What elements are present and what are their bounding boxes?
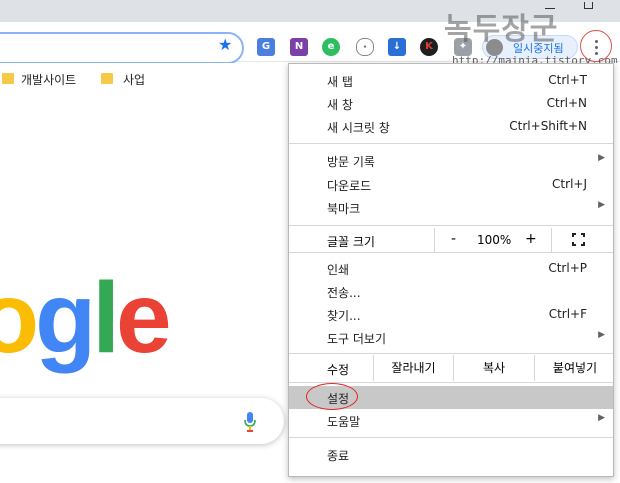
mouse-icon[interactable]: · bbox=[356, 38, 374, 56]
maximize-icon[interactable] bbox=[584, 2, 593, 9]
menu-shortcut: Ctrl+J bbox=[552, 177, 587, 191]
evernote-icon[interactable]: e bbox=[322, 38, 340, 56]
menu-item-help[interactable]: 도움말 ▶ bbox=[289, 409, 613, 432]
menu-label: 인쇄 bbox=[327, 263, 350, 277]
menu-item-cast[interactable]: 전송... bbox=[289, 280, 613, 303]
menu-item-history[interactable]: 방문 기록 ▶ bbox=[289, 149, 613, 172]
menu-shortcut: Ctrl+N bbox=[546, 96, 587, 110]
menu-item-new-tab[interactable]: 새 탭 Ctrl+T bbox=[289, 69, 613, 92]
zoom-label: 글꼴 크기 bbox=[327, 235, 375, 249]
logo-letter: l bbox=[92, 262, 120, 374]
bookmark-item-dev-sites[interactable]: 개발사이트 bbox=[21, 72, 76, 88]
cut-button[interactable]: 잘라내기 bbox=[373, 355, 453, 381]
folder-icon bbox=[101, 73, 113, 84]
menu-edit-row: 수정 잘라내기 복사 붙여넣기 bbox=[289, 355, 613, 381]
onenote-icon[interactable]: N bbox=[290, 38, 308, 56]
menu-separator bbox=[289, 437, 613, 438]
menu-label: 도움말 bbox=[327, 415, 361, 429]
screenshot-root: { "watermark": { "title": "녹두장군", "url":… bbox=[0, 0, 620, 483]
submenu-arrow-icon: ▶ bbox=[598, 153, 605, 163]
search-input[interactable] bbox=[0, 398, 284, 444]
logo-letter: g bbox=[35, 262, 96, 374]
menu-shortcut: Ctrl+Shift+N bbox=[509, 119, 587, 133]
folder-icon bbox=[2, 73, 14, 84]
submenu-arrow-icon: ▶ bbox=[598, 330, 605, 340]
edit-label: 수정 bbox=[327, 363, 350, 377]
menu-shortcut: Ctrl+T bbox=[548, 73, 587, 87]
menu-separator bbox=[289, 225, 613, 226]
menu-label: 다운로드 bbox=[327, 179, 372, 193]
bookmark-item-business[interactable]: 사업 bbox=[123, 72, 145, 88]
menu-item-find[interactable]: 찾기... Ctrl+F bbox=[289, 303, 613, 326]
menu-item-bookmarks[interactable]: 북마크 ▶ bbox=[289, 196, 613, 219]
submenu-arrow-icon: ▶ bbox=[598, 413, 605, 423]
menu-item-downloads[interactable]: 다운로드 Ctrl+J bbox=[289, 173, 613, 196]
menu-label: 종료 bbox=[327, 449, 350, 463]
k-icon[interactable]: K bbox=[420, 38, 438, 56]
settings-highlight-circle bbox=[306, 383, 358, 410]
logo-letter: o bbox=[0, 262, 39, 374]
fullscreen-icon[interactable] bbox=[572, 233, 585, 246]
paste-button[interactable]: 붙여넣기 bbox=[534, 355, 615, 381]
menu-item-new-window[interactable]: 새 창 Ctrl+N bbox=[289, 92, 613, 115]
menu-label: 새 창 bbox=[327, 98, 353, 112]
menu-item-print[interactable]: 인쇄 Ctrl+P bbox=[289, 257, 613, 280]
google-logo: ogle bbox=[0, 262, 172, 374]
divider bbox=[434, 228, 435, 252]
chrome-context-menu: 새 탭 Ctrl+T 새 창 Ctrl+N 새 시크릿 창 Ctrl+Shift… bbox=[288, 63, 614, 477]
menu-separator bbox=[289, 252, 613, 253]
menu-label: 새 시크릿 창 bbox=[327, 121, 390, 135]
menu-shortcut: Ctrl+P bbox=[548, 261, 587, 275]
zoom-level: 100% bbox=[477, 233, 512, 247]
submenu-arrow-icon: ▶ bbox=[598, 200, 605, 210]
menu-separator bbox=[289, 353, 613, 354]
menu-item-exit[interactable]: 종료 bbox=[289, 443, 613, 466]
microphone-icon[interactable] bbox=[244, 412, 256, 432]
menu-label: 방문 기록 bbox=[327, 155, 375, 169]
menu-label: 북마크 bbox=[327, 202, 361, 216]
zoom-out-button[interactable]: - bbox=[451, 231, 456, 247]
menu-shortcut: Ctrl+F bbox=[548, 307, 587, 321]
menu-label: 도구 더보기 bbox=[327, 332, 387, 346]
address-bar[interactable] bbox=[0, 32, 244, 64]
menu-label: 전송... bbox=[327, 286, 361, 300]
logo-letter: e bbox=[115, 262, 172, 374]
menu-label: 새 탭 bbox=[327, 75, 353, 89]
copy-button[interactable]: 복사 bbox=[453, 355, 534, 381]
menu-zoom-row: 글꼴 크기 - 100% + bbox=[289, 228, 613, 252]
menu-item-incognito[interactable]: 새 시크릿 창 Ctrl+Shift+N bbox=[289, 115, 613, 138]
menu-separator bbox=[289, 143, 613, 144]
zoom-in-button[interactable]: + bbox=[525, 231, 537, 247]
download-icon[interactable]: ↓ bbox=[388, 38, 406, 56]
menu-item-more-tools[interactable]: 도구 더보기 ▶ bbox=[289, 326, 613, 349]
divider bbox=[551, 228, 552, 252]
watermark-title: 녹두장군 bbox=[444, 12, 559, 47]
google-translate-icon[interactable]: G bbox=[257, 38, 275, 56]
bookmark-star-icon[interactable]: ★ bbox=[218, 37, 234, 53]
menu-label: 찾기... bbox=[327, 309, 361, 323]
